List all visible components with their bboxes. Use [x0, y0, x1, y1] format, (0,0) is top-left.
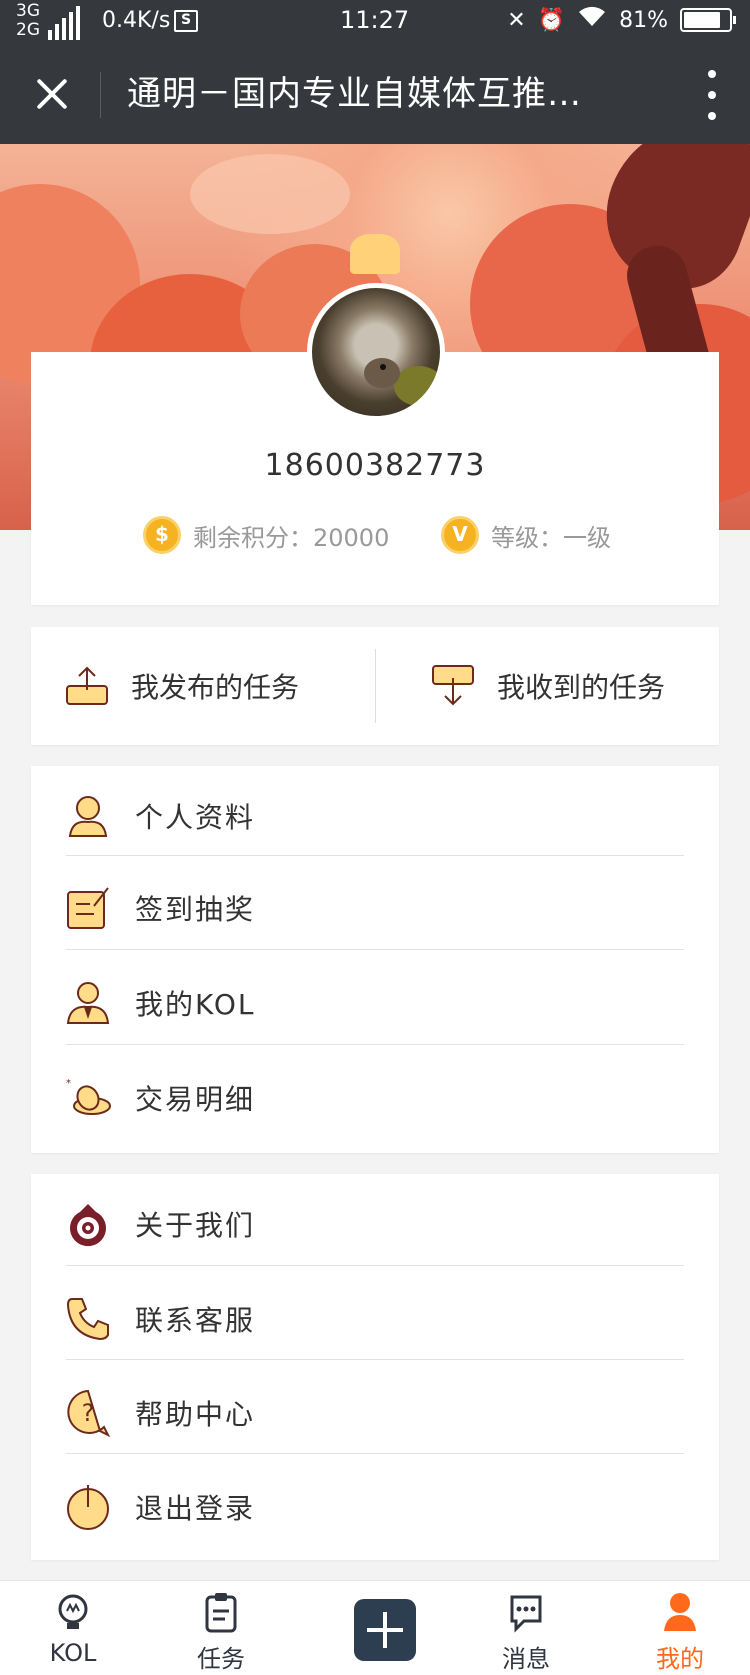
clock: 11:27 [340, 6, 410, 34]
points-stat: $ 剩余积分：20000 [143, 516, 389, 554]
published-tasks-button[interactable]: 我发布的任务 [65, 627, 299, 745]
wifi-icon [577, 6, 607, 34]
received-tasks-label: 我收到的任务 [497, 671, 666, 704]
more-menu-button[interactable] [702, 70, 722, 120]
sign-in-icon [64, 884, 112, 932]
download-icon [431, 664, 475, 708]
signal-icon [48, 4, 80, 40]
divider [66, 1359, 684, 1360]
nav-mine[interactable]: 我的 [620, 1581, 740, 1675]
coins-icon: * [64, 1074, 112, 1122]
nav-kol[interactable]: KOL [13, 1581, 133, 1675]
power-icon [64, 1483, 112, 1531]
battery-icon [680, 8, 736, 32]
nav-label: KOL [49, 1639, 97, 1667]
add-icon [354, 1599, 416, 1661]
upload-icon [65, 664, 109, 708]
menu-item-checkin[interactable]: 签到抽奖 [31, 858, 719, 958]
level-stat: V 等级：一级 [441, 516, 611, 554]
user-icon [662, 1591, 698, 1631]
task-card: 我发布的任务 我收到的任务 [31, 627, 719, 745]
screenshot-icon: S [174, 10, 198, 32]
menu-label: 个人资料 [135, 801, 256, 834]
nav-message[interactable]: 消息 [466, 1581, 586, 1675]
svg-text:?: ? [82, 1399, 95, 1427]
divider [66, 1265, 684, 1266]
menu-item-transactions[interactable]: * 交易明细 [31, 1048, 719, 1148]
close-button[interactable] [20, 62, 84, 126]
chat-bubble-icon [508, 1591, 544, 1633]
divider [66, 855, 684, 856]
kol-person-icon [64, 979, 112, 1027]
user-profile-icon [64, 792, 112, 840]
mute-icon: ✕ [507, 7, 526, 33]
received-tasks-button[interactable]: 我收到的任务 [431, 627, 665, 745]
status-bar: 3G 2G 0.4K/s S 11:27 ✕ ⏰ 81% [0, 0, 750, 44]
title-bar: 通明－国内专业自媒体互推… [0, 44, 750, 144]
menu-item-help[interactable]: ? 帮助中心 [31, 1363, 719, 1463]
svg-text:*: * [66, 1078, 71, 1089]
menu-item-profile[interactable]: 个人资料 [31, 766, 719, 866]
coin-icon: $ [143, 516, 181, 554]
avatar[interactable] [307, 283, 445, 421]
alarm-icon: ⏰ [537, 7, 566, 33]
help-icon: ? [64, 1389, 112, 1438]
menu-item-my-kol[interactable]: 我的KOL [31, 953, 719, 1053]
divider [375, 649, 376, 723]
menu-item-contact[interactable]: 联系客服 [31, 1269, 719, 1369]
nav-label: 任务 [197, 1645, 245, 1673]
menu-label: 联系客服 [135, 1304, 256, 1337]
about-icon [64, 1200, 112, 1248]
menu-item-about[interactable]: 关于我们 [31, 1174, 719, 1274]
level-label: 等级：一级 [491, 523, 611, 552]
menu-item-logout[interactable]: 退出登录 [31, 1457, 719, 1557]
divider [66, 1044, 684, 1045]
menu-group-2: 关于我们 联系客服 ? 帮助中心 退出登录 [31, 1174, 719, 1560]
nav-add[interactable] [325, 1581, 445, 1675]
menu-group-1: 个人资料 签到抽奖 我的KOL * 交易明细 [31, 766, 719, 1153]
phone-icon [64, 1295, 112, 1343]
published-tasks-label: 我发布的任务 [131, 671, 300, 704]
level-icon: V [441, 516, 479, 554]
lightbulb-icon [55, 1591, 91, 1631]
divider [66, 949, 684, 950]
divider [100, 72, 101, 118]
menu-label: 交易明细 [135, 1083, 256, 1116]
clipboard-icon [203, 1591, 239, 1633]
menu-label: 退出登录 [135, 1492, 256, 1525]
menu-label: 关于我们 [135, 1209, 256, 1242]
nav-label: 消息 [502, 1645, 550, 1673]
bottom-nav: KOL 任务 消息 我的 [0, 1580, 750, 1675]
menu-label: 帮助中心 [135, 1398, 256, 1431]
nav-task[interactable]: 任务 [161, 1581, 281, 1675]
points-label: 剩余积分：20000 [193, 523, 390, 552]
nav-label: 我的 [656, 1645, 704, 1673]
network-speed: 0.4K/s [102, 8, 171, 33]
user-phone: 18600382773 [264, 448, 486, 483]
menu-label: 签到抽奖 [135, 893, 256, 926]
network-type: 3G 2G [16, 1, 40, 40]
battery-percent: 81% [619, 7, 668, 33]
divider [66, 1453, 684, 1454]
page-title: 通明－国内专业自媒体互推… [127, 74, 582, 114]
menu-label: 我的KOL [135, 988, 256, 1021]
